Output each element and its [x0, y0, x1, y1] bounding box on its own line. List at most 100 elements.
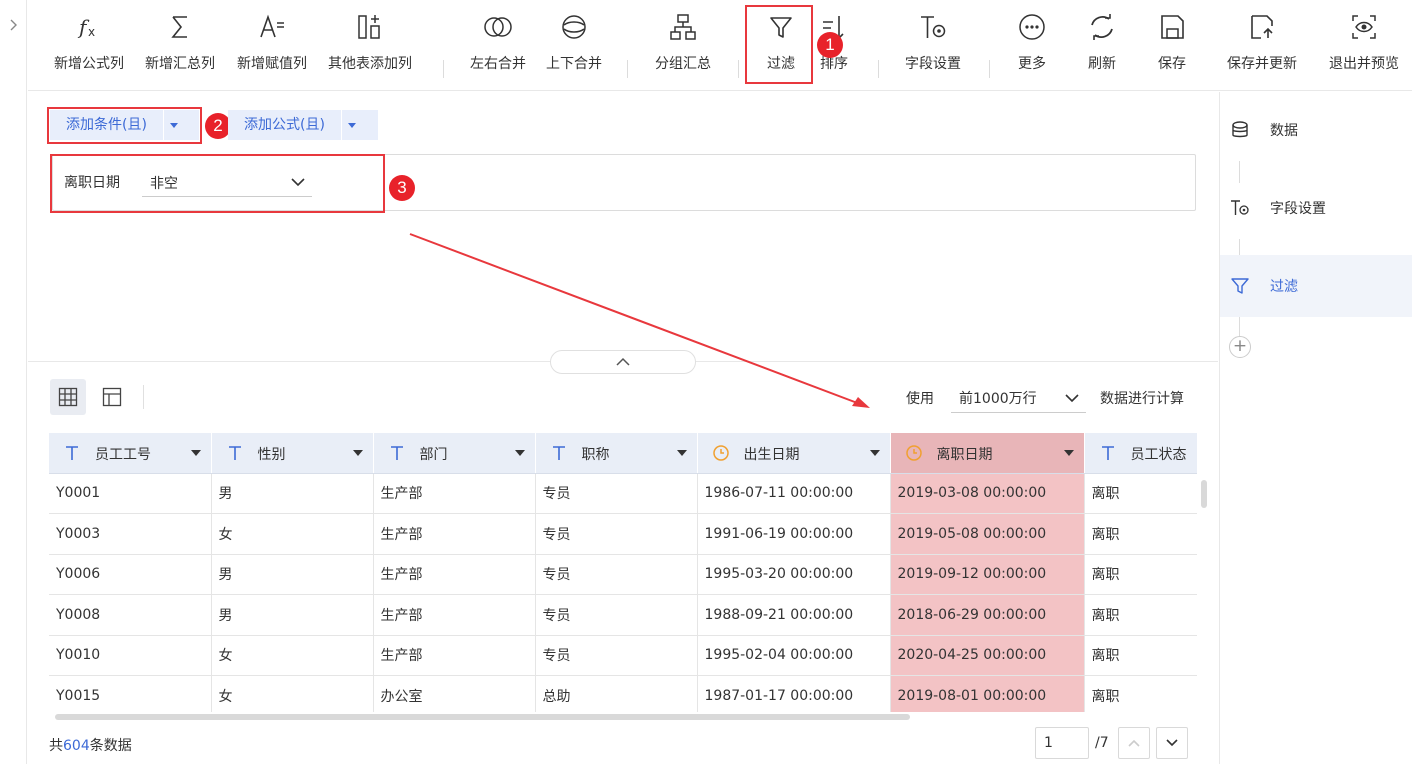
- column-menu-caret-icon[interactable]: [190, 450, 201, 456]
- group-icon: [670, 14, 696, 40]
- page-total: /7: [1095, 735, 1109, 751]
- chevron-down-icon: [1065, 394, 1079, 403]
- column-header-label: 部门: [419, 447, 448, 463]
- grid-view-button[interactable]: [50, 379, 86, 415]
- step-badge-3: 3: [389, 175, 415, 201]
- column-menu-caret-icon[interactable]: [869, 450, 880, 456]
- table-cell: Y0006: [49, 554, 212, 595]
- left-collapse-strip[interactable]: [0, 0, 27, 764]
- toolbar-label: 退出并预览: [1329, 56, 1399, 72]
- caret-down-icon: [348, 122, 357, 128]
- toolbar-label: 新增汇总列: [145, 56, 215, 72]
- column-header[interactable]: 职称: [535, 433, 698, 474]
- toolbar-separator: [738, 60, 739, 78]
- save-button[interactable]: 保存: [1152, 12, 1192, 84]
- column-header[interactable]: 部门: [373, 433, 536, 474]
- table-cell: 离职: [1084, 635, 1197, 676]
- add-step-button[interactable]: +: [1229, 336, 1251, 358]
- vertical-scrollbar[interactable]: [1201, 480, 1207, 508]
- next-page-button[interactable]: [1156, 727, 1188, 759]
- column-header[interactable]: 离职日期: [890, 433, 1085, 474]
- table-cell: 2020-04-25 00:00:00: [890, 635, 1085, 676]
- table-cell: Y0008: [49, 594, 212, 636]
- chevron-right-icon[interactable]: [6, 18, 20, 32]
- more-button[interactable]: 更多: [1012, 12, 1052, 84]
- merge-horizontal-icon: [484, 17, 512, 37]
- column-header[interactable]: 性别: [211, 433, 374, 474]
- table-row[interactable]: Y0003 女生产部 专员 1991-06-19 00:00:00 2019-05-08…: [49, 513, 1197, 555]
- table-cell: 离职: [1084, 554, 1197, 595]
- table-cell: 生产部: [373, 554, 536, 595]
- column-header-label: 职称: [581, 447, 610, 463]
- table-row[interactable]: Y0010 女生产部 专员 1995-02-04 00:00:00 2020-04-25…: [49, 635, 1197, 676]
- layout-view-button[interactable]: [94, 379, 130, 415]
- table-cell: 专员: [535, 513, 698, 555]
- page-number-input[interactable]: 1: [1035, 727, 1089, 759]
- merge-horizontal-button[interactable]: 左右合并: [465, 12, 531, 84]
- table-cell: 1995-03-20 00:00:00: [697, 554, 891, 595]
- toolbar-label: 保存并更新: [1227, 56, 1297, 72]
- column-menu-caret-icon[interactable]: [1063, 450, 1074, 456]
- row-limit-select[interactable]: 前1000万行: [951, 382, 1086, 413]
- column-header-label: 离职日期: [936, 447, 993, 463]
- toolbar-separator: [627, 60, 628, 78]
- database-icon: [1232, 121, 1248, 138]
- row-limit-value: 前1000万行: [959, 391, 1037, 407]
- column-header[interactable]: 员工状态: [1084, 433, 1197, 474]
- table-cell: 2018-06-29 00:00:00: [890, 594, 1085, 636]
- table-cell: 2019-09-12 00:00:00: [890, 554, 1085, 595]
- field-settings-icon: [1231, 200, 1249, 215]
- table-cell: Y0001: [49, 473, 212, 514]
- text-type-icon: [552, 446, 565, 460]
- table-cell: 办公室: [373, 675, 536, 712]
- table-cell: 生产部: [373, 513, 536, 555]
- clock-icon: [712, 445, 729, 461]
- table-cell: 专员: [535, 594, 698, 636]
- add-formula-split-button[interactable]: 添加公式(且): [228, 110, 378, 140]
- refresh-button[interactable]: 刷新: [1082, 12, 1122, 84]
- table-row[interactable]: Y0006 男生产部 专员 1995-03-20 00:00:00 2019-09-12…: [49, 554, 1197, 595]
- add-assign-column-button[interactable]: 新增赋值列: [231, 12, 313, 84]
- add-formula-label[interactable]: 添加公式(且): [228, 110, 341, 140]
- add-summary-column-button[interactable]: 新增汇总列: [139, 12, 221, 84]
- column-menu-caret-icon[interactable]: [352, 450, 363, 456]
- text-type-icon: [390, 446, 403, 460]
- table-row[interactable]: Y0008 男生产部 专员 1988-09-21 00:00:00 2018-06-29…: [49, 594, 1197, 636]
- filter-highlight-box: [745, 5, 813, 84]
- add-column-from-other-table-button[interactable]: 其他表添加列: [322, 12, 418, 84]
- table-row[interactable]: Y0001 男生产部 专员 1986-07-11 00:00:00 2019-03-08…: [49, 473, 1197, 514]
- column-header[interactable]: 员工工号: [49, 433, 212, 474]
- field-settings-button[interactable]: 字段设置: [898, 12, 968, 84]
- toolbar-label: 左右合并: [470, 56, 526, 72]
- save-and-update-button[interactable]: 保存并更新: [1220, 12, 1304, 84]
- table-cell: Y0010: [49, 635, 212, 676]
- table-row[interactable]: Y0015 女办公室 总助 1987-01-17 00:00:00 2019-08-01…: [49, 675, 1197, 712]
- total-prefix: 共: [49, 738, 63, 754]
- toolbar-label: 上下合并: [546, 56, 602, 72]
- condition-highlight-box: [50, 154, 385, 213]
- table-cell: 生产部: [373, 594, 536, 636]
- table-cell: 女: [211, 635, 374, 676]
- horizontal-scrollbar[interactable]: [55, 714, 910, 720]
- table-cell: 1988-09-21 00:00:00: [697, 594, 891, 636]
- table-cell: 专员: [535, 554, 698, 595]
- step-item-data[interactable]: 数据: [1220, 99, 1412, 161]
- toolbar-label: 更多: [1018, 56, 1046, 72]
- add-formula-dropdown[interactable]: [340, 110, 363, 140]
- prev-page-button[interactable]: [1118, 727, 1150, 759]
- step-item-field-settings[interactable]: 字段设置: [1220, 177, 1412, 239]
- group-summary-button[interactable]: 分组汇总: [648, 12, 718, 84]
- exit-and-preview-button[interactable]: 退出并预览: [1323, 12, 1405, 84]
- column-menu-caret-icon[interactable]: [514, 450, 525, 456]
- column-menu-caret-icon[interactable]: [676, 450, 687, 456]
- collapse-panel-button[interactable]: [550, 350, 696, 374]
- refresh-icon: [1091, 14, 1113, 40]
- data-table: 员工工号 性别 部门 职称 出生日期 离职日期 员工状态 Y0001 男生产部 专员 1986-0…: [49, 433, 1197, 712]
- step-item-filter[interactable]: 过滤: [1220, 255, 1412, 317]
- table-cell: 专员: [535, 635, 698, 676]
- merge-vertical-button[interactable]: 上下合并: [541, 12, 607, 84]
- add-formula-column-button[interactable]: fx 新增公式列: [48, 12, 130, 84]
- total-count: 604: [63, 738, 90, 754]
- column-header[interactable]: 出生日期: [697, 433, 891, 474]
- toolbar: fx 新增公式列 新增汇总列 新增赋值列 其他表添加列 左右合并 上下合并 分组…: [28, 0, 1412, 91]
